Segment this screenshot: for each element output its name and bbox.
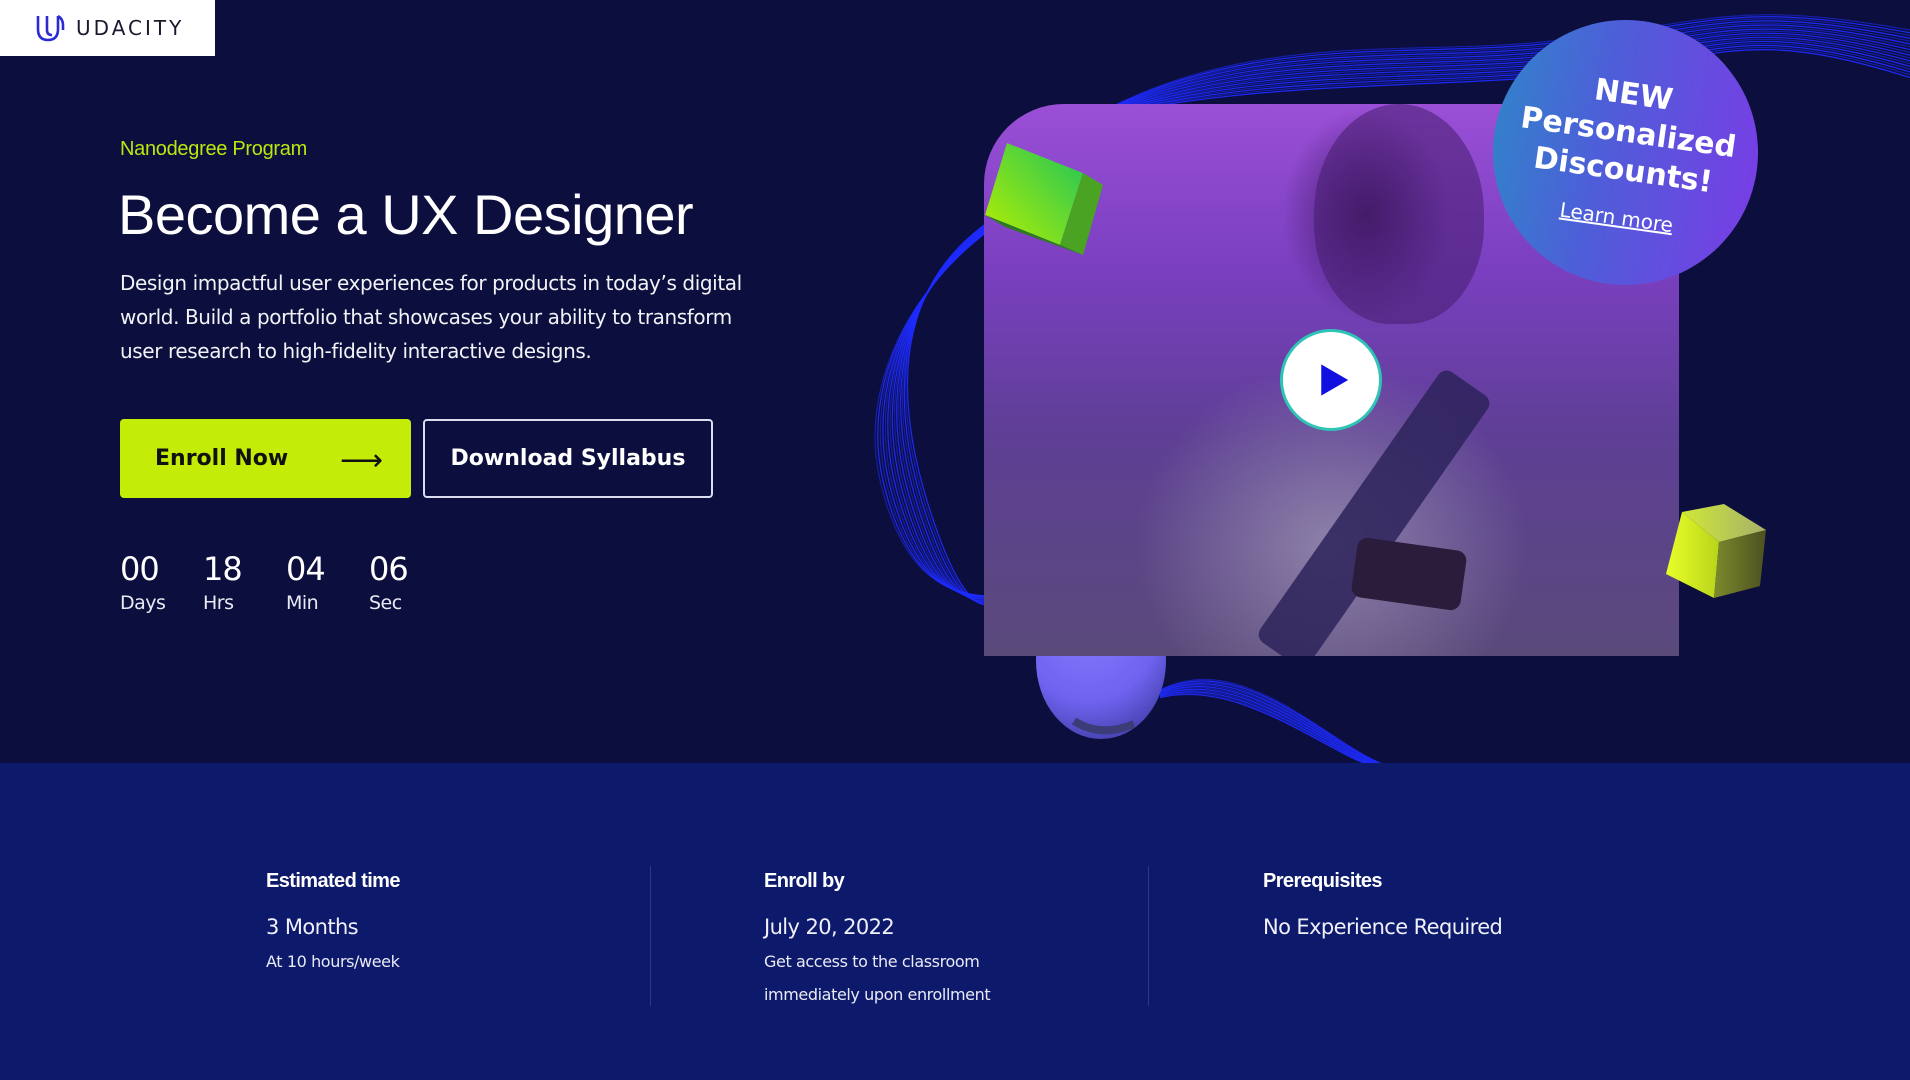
- countdown-unit-label: Hrs: [203, 592, 234, 614]
- stat-label: Enroll by: [764, 870, 845, 892]
- green-cube-decoration: [985, 143, 1103, 255]
- countdown-unit-label: Days: [120, 592, 166, 614]
- wave-bundle-bottom: [1159, 679, 1383, 763]
- countdown-seconds: 06 Sec: [369, 550, 452, 614]
- stat-divider: [1148, 866, 1149, 1006]
- stat-value: 3 Months: [266, 915, 359, 939]
- play-icon: [1321, 364, 1349, 396]
- countdown-days: 00 Days: [120, 550, 203, 614]
- yellow-cube-decoration: [1666, 504, 1766, 598]
- countdown-hours: 18 Hrs: [203, 550, 286, 614]
- program-description: Design impactful user experiences for pr…: [120, 271, 742, 363]
- stat-enroll-by: Enroll by July 20, 2022 Get access to th…: [764, 870, 991, 1011]
- play-video-button[interactable]: [1280, 329, 1382, 431]
- udacity-u-logo-icon: [36, 14, 65, 42]
- enrollment-countdown: 00 Days 18 Hrs 04 Min 06 Sec: [120, 550, 452, 614]
- stat-subtext: immediately upon enrollment: [764, 985, 991, 1004]
- personalized-discounts-badge[interactable]: NEW Personalized Discounts! Learn more: [1493, 20, 1758, 285]
- wave-line: [1159, 692, 1368, 763]
- stat-label: Estimated time: [266, 870, 400, 892]
- video-phone: [1350, 536, 1468, 612]
- wave-line: [1159, 691, 1369, 763]
- enroll-now-label: Enroll Now: [155, 446, 289, 471]
- countdown-value: 06: [369, 550, 409, 588]
- video-person-figure: [1314, 104, 1484, 324]
- stat-prerequisites: Prerequisites No Experience Required: [1263, 870, 1503, 939]
- program-type-label: Nanodegree Program: [120, 138, 307, 160]
- stat-label: Prerequisites: [1263, 870, 1383, 892]
- countdown-value: 04: [286, 550, 326, 588]
- learn-more-link[interactable]: Learn more: [1558, 197, 1674, 237]
- countdown-value: 00: [120, 550, 160, 588]
- stat-subtext: Get access to the classroom: [764, 952, 980, 971]
- countdown-unit-label: Min: [286, 592, 319, 614]
- stat-subtext: At 10 hours/week: [266, 952, 400, 971]
- countdown-unit-label: Sec: [369, 592, 402, 614]
- hero-section: UDACITY Nanodegree Program Become a UX D…: [0, 0, 1910, 763]
- arrow-right-icon: ⟶: [339, 443, 383, 478]
- download-syllabus-button[interactable]: Download Syllabus: [423, 419, 713, 498]
- enroll-now-button[interactable]: Enroll Now ⟶: [120, 419, 411, 498]
- stat-value: July 20, 2022: [764, 915, 895, 939]
- stat-estimated-time: Estimated time 3 Months At 10 hours/week: [266, 870, 400, 978]
- countdown-minutes: 04 Min: [286, 550, 369, 614]
- purple-sphere-decoration: [1036, 656, 1166, 739]
- stat-divider: [650, 866, 651, 1006]
- udacity-logo[interactable]: UDACITY: [0, 0, 215, 56]
- countdown-value: 18: [203, 550, 243, 588]
- page-title: Become a UX Designer: [118, 183, 694, 246]
- badge-content: NEW Personalized Discounts! Learn more: [1507, 61, 1743, 244]
- brand-name: UDACITY: [76, 16, 185, 40]
- stat-value: No Experience Required: [1263, 915, 1503, 939]
- download-syllabus-label: Download Syllabus: [450, 446, 686, 471]
